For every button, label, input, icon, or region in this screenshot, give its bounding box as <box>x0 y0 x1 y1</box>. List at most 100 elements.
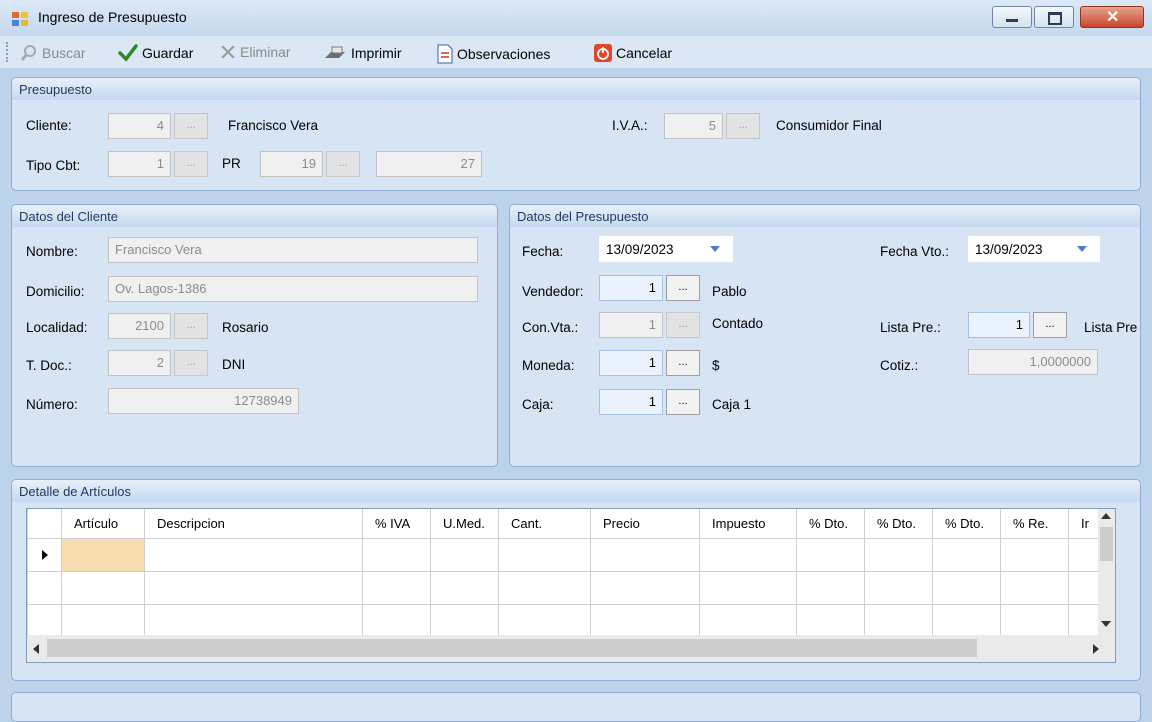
convta-lookup-button[interactable]: ... <box>666 312 700 338</box>
window-title: Ingreso de Presupuesto <box>38 9 187 25</box>
buscar-button[interactable]: Buscar <box>20 44 86 62</box>
lista-pre-lookup-button[interactable]: ... <box>1033 312 1067 338</box>
cancelar-button[interactable]: Cancelar <box>594 44 672 62</box>
nombre-field[interactable]: Francisco Vera <box>108 237 478 263</box>
numero-cbt-field[interactable]: 27 <box>376 151 482 177</box>
minimize-button[interactable] <box>992 6 1032 28</box>
grid-col-cant[interactable]: Cant. <box>498 509 591 539</box>
grid-col-recargo[interactable]: % Re. <box>1000 509 1069 539</box>
imprimir-button[interactable]: Imprimir <box>323 44 402 62</box>
fecha-vto-datepicker[interactable]: 13/09/2023 <box>968 236 1100 262</box>
caja-label: Caja: <box>522 397 554 412</box>
fecha-datepicker[interactable]: 13/09/2023 <box>599 236 733 262</box>
localidad-lookup-button[interactable]: ... <box>174 313 208 339</box>
vertical-scrollbar[interactable] <box>1098 509 1115 635</box>
tipo-cbt-lookup-button[interactable]: ... <box>174 151 208 177</box>
localidad-code-field[interactable]: 2100 <box>108 313 171 339</box>
guardar-button[interactable]: Guardar <box>118 44 193 62</box>
scroll-right-icon[interactable] <box>1093 644 1099 654</box>
fecha-label: Fecha: <box>522 244 564 259</box>
table-row[interactable] <box>27 571 1112 605</box>
grid-col-dto1[interactable]: % Dto. <box>796 509 865 539</box>
x-icon <box>221 45 235 59</box>
chevron-down-icon <box>710 246 720 252</box>
convta-name: Contado <box>712 316 764 331</box>
grid-col-precio[interactable]: Precio <box>590 509 700 539</box>
grid-header-row: Artículo Descripcion % IVA U.Med. Cant. … <box>27 509 1112 539</box>
printer-icon <box>325 46 345 58</box>
table-row[interactable] <box>27 604 1112 638</box>
articulos-table: Artículo Descripcion % IVA U.Med. Cant. … <box>27 509 1112 638</box>
chevron-down-icon <box>1077 246 1087 252</box>
vendedor-name: Pablo <box>712 284 747 299</box>
localidad-name: Rosario <box>222 320 269 335</box>
totales-group <box>11 692 1141 722</box>
lista-pre-code-field[interactable]: 1 <box>968 312 1030 338</box>
fecha-vto-label: Fecha Vto.: <box>880 244 950 259</box>
cotiz-field[interactable]: 1,0000000 <box>968 349 1098 375</box>
tdoc-lookup-button[interactable]: ... <box>174 350 208 376</box>
maximize-button[interactable] <box>1034 6 1074 28</box>
vendedor-lookup-button[interactable]: ... <box>666 275 700 301</box>
selected-cell[interactable] <box>61 538 145 572</box>
datos-cliente-title: Datos del Cliente <box>12 205 497 227</box>
caja-name: Caja 1 <box>712 397 752 412</box>
buscar-label: Buscar <box>42 45 86 61</box>
grid-col-selector <box>27 509 62 539</box>
row-selector[interactable] <box>27 538 62 572</box>
scroll-up-icon[interactable] <box>1101 513 1111 519</box>
cliente-name: Francisco Vera <box>228 118 319 133</box>
detalle-articulos-title: Detalle de Artículos <box>12 480 1140 502</box>
numero-doc-label: Número: <box>26 397 78 412</box>
moneda-lookup-button[interactable]: ... <box>666 350 700 376</box>
iva-lookup-button[interactable]: ... <box>726 113 760 139</box>
grid-col-impuesto[interactable]: Impuesto <box>699 509 797 539</box>
iva-label: I.V.A.: <box>612 118 648 133</box>
table-row[interactable] <box>27 538 1112 572</box>
check-icon <box>118 44 138 62</box>
convta-label: Con.Vta.: <box>522 320 579 335</box>
punto-venta-field[interactable]: 19 <box>260 151 323 177</box>
cliente-code-field[interactable]: 4 <box>108 113 171 139</box>
caja-code-field[interactable]: 1 <box>599 389 663 415</box>
moneda-name: $ <box>712 358 720 373</box>
datos-presupuesto-title: Datos del Presupuesto <box>510 205 1140 227</box>
caja-lookup-button[interactable]: ... <box>666 389 700 415</box>
domicilio-label: Domicilio: <box>26 284 85 299</box>
eliminar-button[interactable]: Eliminar <box>220 44 291 60</box>
grid-col-articulo[interactable]: Artículo <box>61 509 145 539</box>
observaciones-button[interactable]: Observaciones <box>437 44 550 64</box>
minimize-icon <box>1006 19 1018 22</box>
tipo-cbt-code-field[interactable]: 1 <box>108 151 171 177</box>
grid-col-descripcion[interactable]: Descripcion <box>144 509 363 539</box>
presupuesto-title: Presupuesto <box>12 78 1140 100</box>
domicilio-field[interactable]: Ov. Lagos-1386 <box>108 276 478 302</box>
tdoc-code-field[interactable]: 2 <box>108 350 171 376</box>
moneda-code-field[interactable]: 1 <box>599 350 663 376</box>
nombre-label: Nombre: <box>26 244 78 259</box>
localidad-label: Localidad: <box>26 320 88 335</box>
current-row-arrow-icon <box>41 549 48 560</box>
iva-code-field[interactable]: 5 <box>664 113 723 139</box>
grid-col-dto2[interactable]: % Dto. <box>864 509 933 539</box>
convta-code-field[interactable]: 1 <box>599 312 663 338</box>
scroll-thumb[interactable] <box>1100 527 1113 561</box>
maximize-icon <box>1048 12 1062 25</box>
eliminar-label: Eliminar <box>240 44 291 60</box>
tipo-cbt-name: PR <box>222 156 241 171</box>
numero-doc-field[interactable]: 12738949 <box>108 388 299 414</box>
hscroll-thumb[interactable] <box>47 639 977 657</box>
grid-col-umed[interactable]: U.Med. <box>430 509 499 539</box>
punto-venta-lookup-button[interactable]: ... <box>326 151 360 177</box>
lista-pre-label: Lista Pre.: <box>880 320 941 335</box>
cotiz-label: Cotiz.: <box>880 358 919 373</box>
grid-col-iva[interactable]: % IVA <box>362 509 431 539</box>
grid-col-dto3[interactable]: % Dto. <box>932 509 1001 539</box>
horizontal-scrollbar[interactable] <box>27 635 1115 662</box>
scroll-left-icon[interactable] <box>33 644 39 654</box>
vendedor-code-field[interactable]: 1 <box>599 275 663 301</box>
cliente-lookup-button[interactable]: ... <box>174 113 208 139</box>
scroll-down-icon[interactable] <box>1101 621 1111 627</box>
search-icon <box>20 45 36 61</box>
close-button[interactable]: ✕ <box>1080 6 1144 28</box>
